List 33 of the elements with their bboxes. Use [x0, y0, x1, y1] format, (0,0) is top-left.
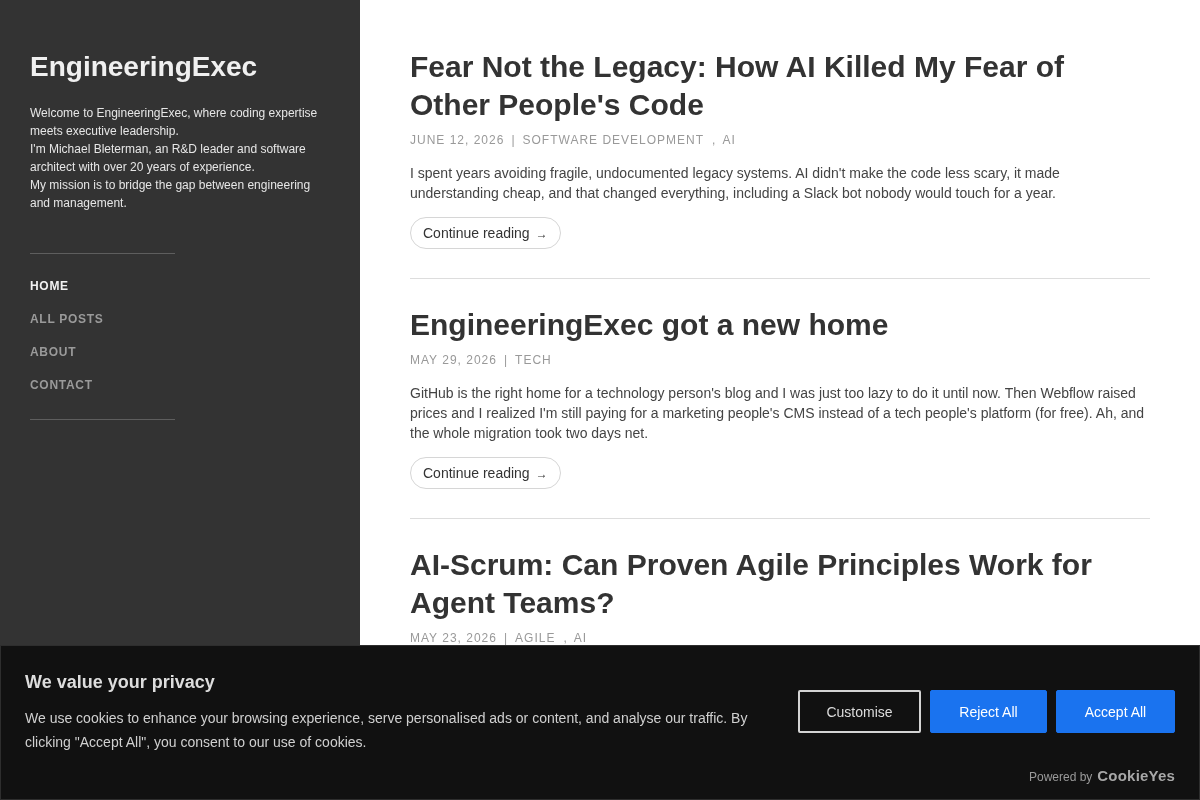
category-link[interactable]: TECH	[515, 351, 552, 369]
banner-title: We value your privacy	[25, 671, 215, 694]
meta-separator: ,	[712, 132, 717, 149]
post-title[interactable]: EngineeringExec got a new home	[410, 306, 1130, 344]
consent-button[interactable]: Customise	[798, 690, 921, 733]
post-excerpt: GitHub is the right home for a technology person's blog and I was just too lazy to do it until now. Then Webflow raised prices and I realized I'm still paying for a marketing people's CMS instead of a tech people's platform (for free). Ah, and the whole migration took two days net.	[410, 384, 1146, 443]
meta-separator: |	[511, 132, 516, 149]
meta-separator: |	[503, 630, 509, 647]
powered-by-text: Powered by	[1028, 769, 1093, 786]
post-title[interactable]: AI-Scrum: Can Proven Agile Principles Work for Agent Teams?	[410, 546, 1130, 622]
nav-link[interactable]: HOME	[30, 270, 69, 303]
category-link[interactable]: SOFTWARE DEVELOPMENT	[522, 131, 705, 149]
site-title[interactable]: EngineeringExec	[30, 50, 258, 84]
intro-text: My mission is to bridge the gap between engineering and management.	[30, 177, 312, 212]
meta-separator: |	[503, 352, 509, 369]
category-link[interactable]: AGILE	[515, 629, 556, 647]
category-link[interactable]: AI	[722, 131, 736, 149]
consent-button[interactable]: Accept All	[1056, 690, 1175, 733]
meta-separator: ,	[563, 630, 568, 647]
nav-link[interactable]: ALL POSTS	[30, 303, 104, 336]
post-excerpt: I spent years avoiding fragile, undocumented legacy systems. AI didn't make the code less scary, it made understanding cheap, and that changed everything, including a Slack bot nobody would touch for a year.	[410, 164, 1061, 203]
post-date: MAY 23, 2026	[410, 630, 497, 647]
brand-logo[interactable]: CookieYes	[1097, 766, 1175, 786]
post-title[interactable]: Fear Not the Legacy: How AI Killed My Fear of Other People's Code	[410, 48, 1130, 124]
intro-text: Welcome to EngineeringExec, where coding expertise meets executive leadership.	[30, 105, 319, 140]
nav-link[interactable]: CONTACT	[30, 369, 93, 402]
nav-link[interactable]: ABOUT	[30, 336, 77, 369]
consent-button[interactable]: Reject All	[930, 690, 1047, 733]
post-date: MAY 29, 2026	[410, 352, 497, 369]
category-link[interactable]: AI	[573, 629, 588, 647]
intro-text: I'm Michael Bleterman, an R&D leader and software architect with over 20 years of experience.	[30, 141, 307, 176]
cookie-message: We use cookies to enhance your browsing experience, serve personalised ads or content, and analyse our traffic. By clicking "Accept All", you consent to our use of cookies.	[25, 709, 749, 752]
post-date: JUNE 12, 2026	[410, 132, 505, 149]
